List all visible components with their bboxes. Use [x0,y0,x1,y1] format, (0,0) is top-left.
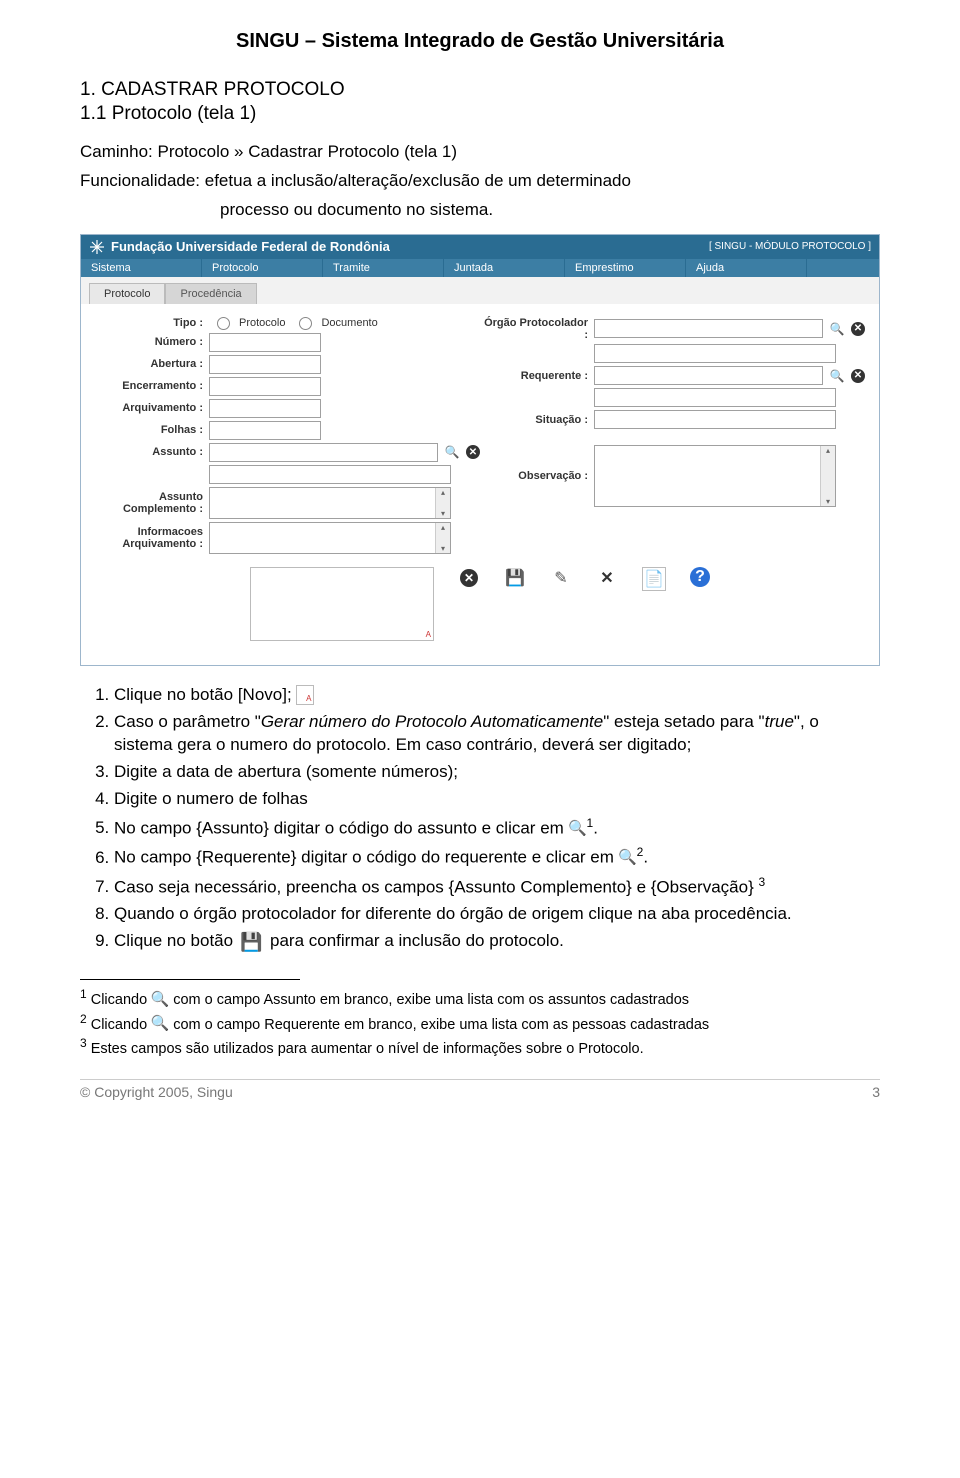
path-line: Caminho: Protocolo » Cadastrar Protocolo… [80,141,880,164]
search-icon[interactable]: 🔍 [829,321,845,337]
menu-emprestimo[interactable]: Emprestimo [565,259,686,277]
functionality-line: Funcionalidade: efetua a inclusão/altera… [80,170,880,193]
label-info-arq: Informacoes Arquivamento : [95,526,203,550]
input-orgao-prot[interactable] [594,319,823,338]
tab-protocolo[interactable]: Protocolo [89,283,165,304]
tab-procedencia[interactable]: Procedência [165,283,256,304]
app-menu: Sistema Protocolo Tramite Juntada Empres… [81,259,879,277]
footnote-separator [80,979,300,980]
search-icon[interactable]: 🔍 [444,444,460,460]
edit-icon[interactable]: ✎ [550,567,572,589]
save-icon: 💾 [243,933,261,951]
label-assunto-comp: Assunto Complemento : [95,491,203,515]
org-name: Fundação Universidade Federal de Rondôni… [111,239,390,254]
step-6: No campo {Requerente} digitar o código d… [114,844,880,870]
step-3: Digite a data de abertura (somente númer… [114,761,880,784]
doc-title: SINGU – Sistema Integrado de Gestão Univ… [80,30,880,53]
label-encerramento: Encerramento : [95,380,203,392]
clear-icon[interactable]: ✕ [851,322,865,336]
radio-documento-label: Documento [321,317,377,329]
input-assunto[interactable] [209,443,438,462]
new-icon[interactable] [250,567,434,641]
step-2: Caso o parâmetro "Gerar número do Protoc… [114,711,880,757]
label-requerente: Requerente : [480,370,588,382]
menu-sistema[interactable]: Sistema [81,259,202,277]
input-encerramento[interactable] [209,377,321,396]
footnotes: 1 Clicando 🔍 com o campo Assunto em bran… [80,986,880,1059]
step-1: Clique no botão [Novo]; [114,684,880,707]
app-screenshot: Fundação Universidade Federal de Rondôni… [80,234,880,666]
input-observacao[interactable]: ▴▾ [594,445,836,507]
menu-tramite[interactable]: Tramite [323,259,444,277]
radio-protocolo[interactable] [217,317,230,330]
input-numero[interactable] [209,333,321,352]
new-icon [296,685,314,705]
menu-juntada[interactable]: Juntada [444,259,565,277]
label-assunto: Assunto : [95,446,203,458]
search-icon[interactable]: 🔍 [829,368,845,384]
menu-protocolo[interactable]: Protocolo [202,259,323,277]
label-abertura: Abertura : [95,358,203,370]
label-situacao: Situação : [480,414,588,426]
step-7: Caso seja necessário, preencha os campos… [114,874,880,900]
search-icon: 🔍 [151,991,169,1009]
section-heading-2: 1.1 Protocolo (tela 1) [80,103,880,125]
search-icon: 🔍 [569,820,587,838]
label-orgao-prot: Órgão Protocolador : [480,317,588,341]
label-tipo: Tipo : [95,317,203,329]
help-icon[interactable]: ? [690,567,710,587]
steps-list: Clique no botão [Novo]; Caso o parâmetro… [80,684,880,953]
input-folhas[interactable] [209,421,321,440]
footnote-3: 3 Estes campos são utilizados para aumen… [80,1035,880,1059]
page-icon[interactable]: 📄 [642,567,666,591]
copyright: © Copyright 2005, Singu [80,1084,233,1100]
app-tabs: Protocolo Procedência [81,277,879,304]
step-4: Digite o numero de folhas [114,788,880,811]
radio-protocolo-label: Protocolo [239,317,285,329]
footnote-2: 2 Clicando 🔍 com o campo Requerente em b… [80,1011,880,1035]
input-assunto-desc[interactable] [209,465,451,484]
input-assunto-comp[interactable]: ▴▾ [209,487,451,519]
page-number: 3 [872,1084,880,1100]
app-logo-icon [89,239,105,255]
form-toolbar: ✕ 💾 ✎ ✕ 📄 ? [95,557,865,657]
input-info-arq[interactable]: ▴▾ [209,522,451,554]
section-heading-1: 1. CADASTRAR PROTOCOLO [80,79,880,101]
save-icon[interactable]: 💾 [504,567,526,589]
label-numero: Número : [95,336,203,348]
functionality-line-2: processo ou documento no sistema. [220,199,880,222]
input-abertura[interactable] [209,355,321,374]
app-header: Fundação Universidade Federal de Rondôni… [81,235,879,259]
label-folhas: Folhas : [95,424,203,436]
delete-icon[interactable]: ✕ [596,567,618,589]
search-icon: 🔍 [151,1016,169,1034]
input-requerente[interactable] [594,366,823,385]
search-icon: 🔍 [619,849,637,867]
menu-ajuda[interactable]: Ajuda [686,259,807,277]
footnote-1: 1 Clicando 🔍 com o campo Assunto em bran… [80,986,880,1010]
clear-icon[interactable]: ✕ [851,369,865,383]
module-label: [ SINGU - MÓDULO PROTOCOLO ] [709,241,871,252]
cancel-icon[interactable]: ✕ [458,567,480,589]
step-8: Quando o órgão protocolador for diferent… [114,903,880,926]
step-5: No campo {Assunto} digitar o código do a… [114,815,880,841]
clear-icon[interactable]: ✕ [466,445,480,459]
input-arquivamento[interactable] [209,399,321,418]
label-observacao: Observação : [480,470,588,482]
app-form: Tipo : Protocolo Documento Número : Aber… [81,304,879,665]
step-9: Clique no botão 💾 para confirmar a inclu… [114,930,880,953]
label-arquivamento: Arquivamento : [95,402,203,414]
input-orgao-desc[interactable] [594,344,836,363]
input-requerente-desc[interactable] [594,388,836,407]
input-situacao[interactable] [594,410,836,429]
radio-documento[interactable] [299,317,312,330]
page-footer: © Copyright 2005, Singu 3 [80,1079,880,1100]
